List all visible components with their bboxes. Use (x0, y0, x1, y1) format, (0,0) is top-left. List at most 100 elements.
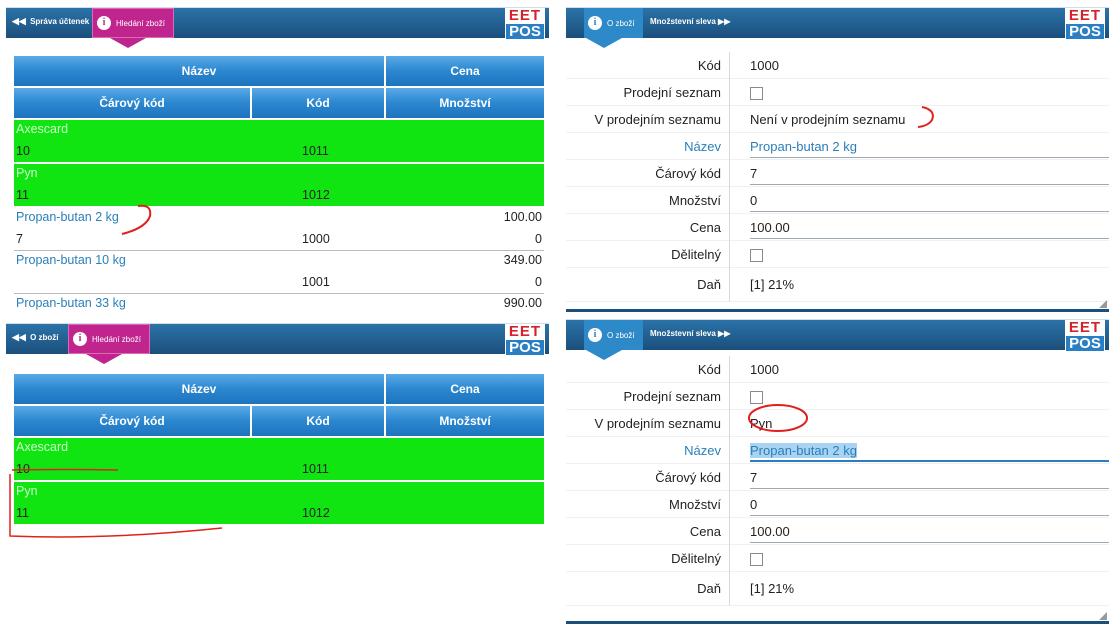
column-header-code[interactable]: Kód (252, 406, 386, 436)
field-row-divisible: Dělitelný (566, 544, 1109, 572)
product-list: Název Cena Čárový kód Kód Množství Axesc… (14, 374, 544, 526)
double-arrow-left-icon: ◀◀ (12, 332, 26, 342)
tax-select[interactable]: [1] 21% (750, 575, 1109, 602)
eet-pos-logo: EET POS (1065, 320, 1105, 352)
next-nav-quantity-discount[interactable]: Množstevní sleva ▶▶ (650, 329, 730, 338)
back-nav-product-info[interactable]: ◀◀ O zboží (12, 332, 59, 343)
field-row-in-sales-list: V prodejním seznamu Není v prodejním sez… (566, 105, 1109, 133)
item-barcode: 11 (16, 506, 29, 520)
column-header-name[interactable]: Název (14, 56, 386, 86)
resize-handle-icon[interactable] (1099, 612, 1107, 620)
field-label: Kód (697, 361, 721, 377)
list-item[interactable]: Propan-butan 2 kg 100.00 7 1000 0 (14, 208, 544, 251)
field-row-tax: Daň [1] 21% (566, 267, 1109, 302)
item-name: Propan-butan 33 kg (16, 296, 126, 310)
divisible-checkbox[interactable] (750, 552, 763, 566)
list-header-row-1: Název Cena (14, 374, 544, 404)
code-value: 1000 (750, 361, 779, 377)
item-code: 1000 (302, 232, 330, 246)
logo-eet: EET (1065, 8, 1105, 23)
item-quantity: 0 (535, 275, 542, 289)
item-price: 990.00 (503, 296, 542, 310)
eet-pos-logo: EET POS (505, 8, 545, 40)
item-quantity: 0 (535, 232, 542, 246)
list-item[interactable]: Pyn 11 1012 (14, 164, 544, 208)
item-barcode: 7 (16, 232, 23, 246)
field-row-divisible: Dělitelný (566, 240, 1109, 268)
list-item[interactable]: Propan-butan 33 kg 990.00 (14, 294, 544, 312)
double-arrow-right-icon: ▶▶ (718, 329, 731, 338)
field-row-barcode: Čárový kód 7 (566, 463, 1109, 491)
eet-pos-logo: EET POS (505, 324, 545, 356)
item-code: 1012 (302, 188, 330, 202)
item-code: 1011 (302, 462, 329, 476)
list-item[interactable]: Axescard 10 1011 (14, 120, 544, 164)
item-price: 349.00 (503, 253, 542, 267)
name-input[interactable]: Propan-butan 2 kg (750, 437, 1109, 464)
field-label: Název (684, 138, 721, 154)
tab-product-info[interactable]: i O zboží (584, 320, 643, 350)
field-row-name: Název Propan-butan 2 kg (566, 132, 1109, 160)
column-header-price[interactable]: Cena (386, 374, 544, 404)
list-item[interactable]: Pyn 11 1012 (14, 482, 544, 526)
eet-pos-logo: EET POS (1065, 8, 1105, 40)
field-label: Prodejní seznam (623, 388, 721, 404)
tab-product-search[interactable]: i Hledání zboží (92, 8, 174, 38)
field-row-quantity: Množství 0 (566, 186, 1109, 214)
column-header-barcode[interactable]: Čárový kód (14, 406, 252, 436)
divisible-checkbox[interactable] (750, 248, 763, 262)
product-form: Kód 1000 Prodejní seznam V prodejním sez… (566, 51, 1109, 302)
list-header-row-1: Název Cena (14, 56, 544, 86)
in-sales-list-select[interactable]: Není v prodejním seznamu (750, 106, 1109, 133)
field-row-price: Cena 100.00 (566, 213, 1109, 241)
field-row-code: Kód 1000 (566, 51, 1109, 79)
column-header-price[interactable]: Cena (386, 56, 544, 86)
column-header-quantity[interactable]: Množství (386, 88, 544, 118)
column-header-barcode[interactable]: Čárový kód (14, 88, 252, 118)
sales-list-checkbox[interactable] (750, 390, 763, 404)
list-item[interactable]: Axescard 10 1011 (14, 438, 544, 482)
quantity-input[interactable]: 0 (750, 187, 1109, 214)
next-nav-quantity-discount[interactable]: Množstevní sleva ▶▶ (650, 17, 730, 26)
header-bar: i O zboží Množstevní sleva ▶▶ EET POS (566, 6, 1109, 40)
item-price: 100.00 (503, 210, 542, 224)
product-list: Název Cena Čárový kód Kód Množství Axesc… (14, 56, 544, 312)
price-input[interactable]: 100.00 (750, 518, 1109, 545)
item-barcode: 10 (16, 144, 30, 158)
tab-product-search[interactable]: i Hledání zboží (68, 324, 150, 354)
item-name: Propan-butan 2 kg (16, 210, 119, 224)
item-barcode: 11 (16, 188, 29, 202)
barcode-input[interactable]: 7 (750, 464, 1109, 491)
sales-list-checkbox[interactable] (750, 86, 763, 100)
tab-product-info[interactable]: i O zboží (584, 8, 643, 38)
tab-label: Hledání zboží (116, 18, 165, 28)
field-label: V prodejním seznamu (594, 111, 721, 127)
field-label: Kód (697, 57, 721, 73)
product-search-panel-1: ◀◀ Správa účtenek i Hledání zboží EET PO… (6, 6, 549, 312)
field-label: Množství (668, 192, 721, 208)
resize-handle-icon[interactable] (1099, 300, 1107, 308)
next-nav-label: Množstevní sleva (650, 17, 716, 26)
tax-select[interactable]: [1] 21% (750, 271, 1109, 298)
in-sales-list-select[interactable]: Pyn (750, 410, 1109, 437)
barcode-input[interactable]: 7 (750, 160, 1109, 187)
field-label: Množství (668, 496, 721, 512)
item-name: Axescard (16, 440, 69, 454)
field-row-name: Název Propan-butan 2 kg (566, 436, 1109, 464)
price-input[interactable]: 100.00 (750, 214, 1109, 241)
column-header-code[interactable]: Kód (252, 88, 386, 118)
field-row-in-sales-list: V prodejním seznamu Pyn (566, 409, 1109, 437)
back-nav-receipts[interactable]: ◀◀ Správa účtenek (12, 16, 89, 27)
list-item[interactable]: Propan-butan 10 kg 349.00 1001 0 (14, 251, 544, 294)
column-header-name[interactable]: Název (14, 374, 386, 404)
double-arrow-right-icon: ▶▶ (718, 17, 731, 26)
column-header-quantity[interactable]: Množství (386, 406, 544, 436)
name-input[interactable]: Propan-butan 2 kg (750, 133, 1109, 160)
tab-notch (586, 38, 622, 48)
header-bar: ◀◀ O zboží i Hledání zboží EET POS (6, 322, 549, 356)
logo-pos: POS (1065, 335, 1105, 352)
code-value: 1000 (750, 57, 779, 73)
product-detail-panel-4: i O zboží Množstevní sleva ▶▶ EET POS Kó… (566, 318, 1109, 624)
field-label: Čárový kód (655, 165, 721, 181)
quantity-input[interactable]: 0 (750, 491, 1109, 518)
